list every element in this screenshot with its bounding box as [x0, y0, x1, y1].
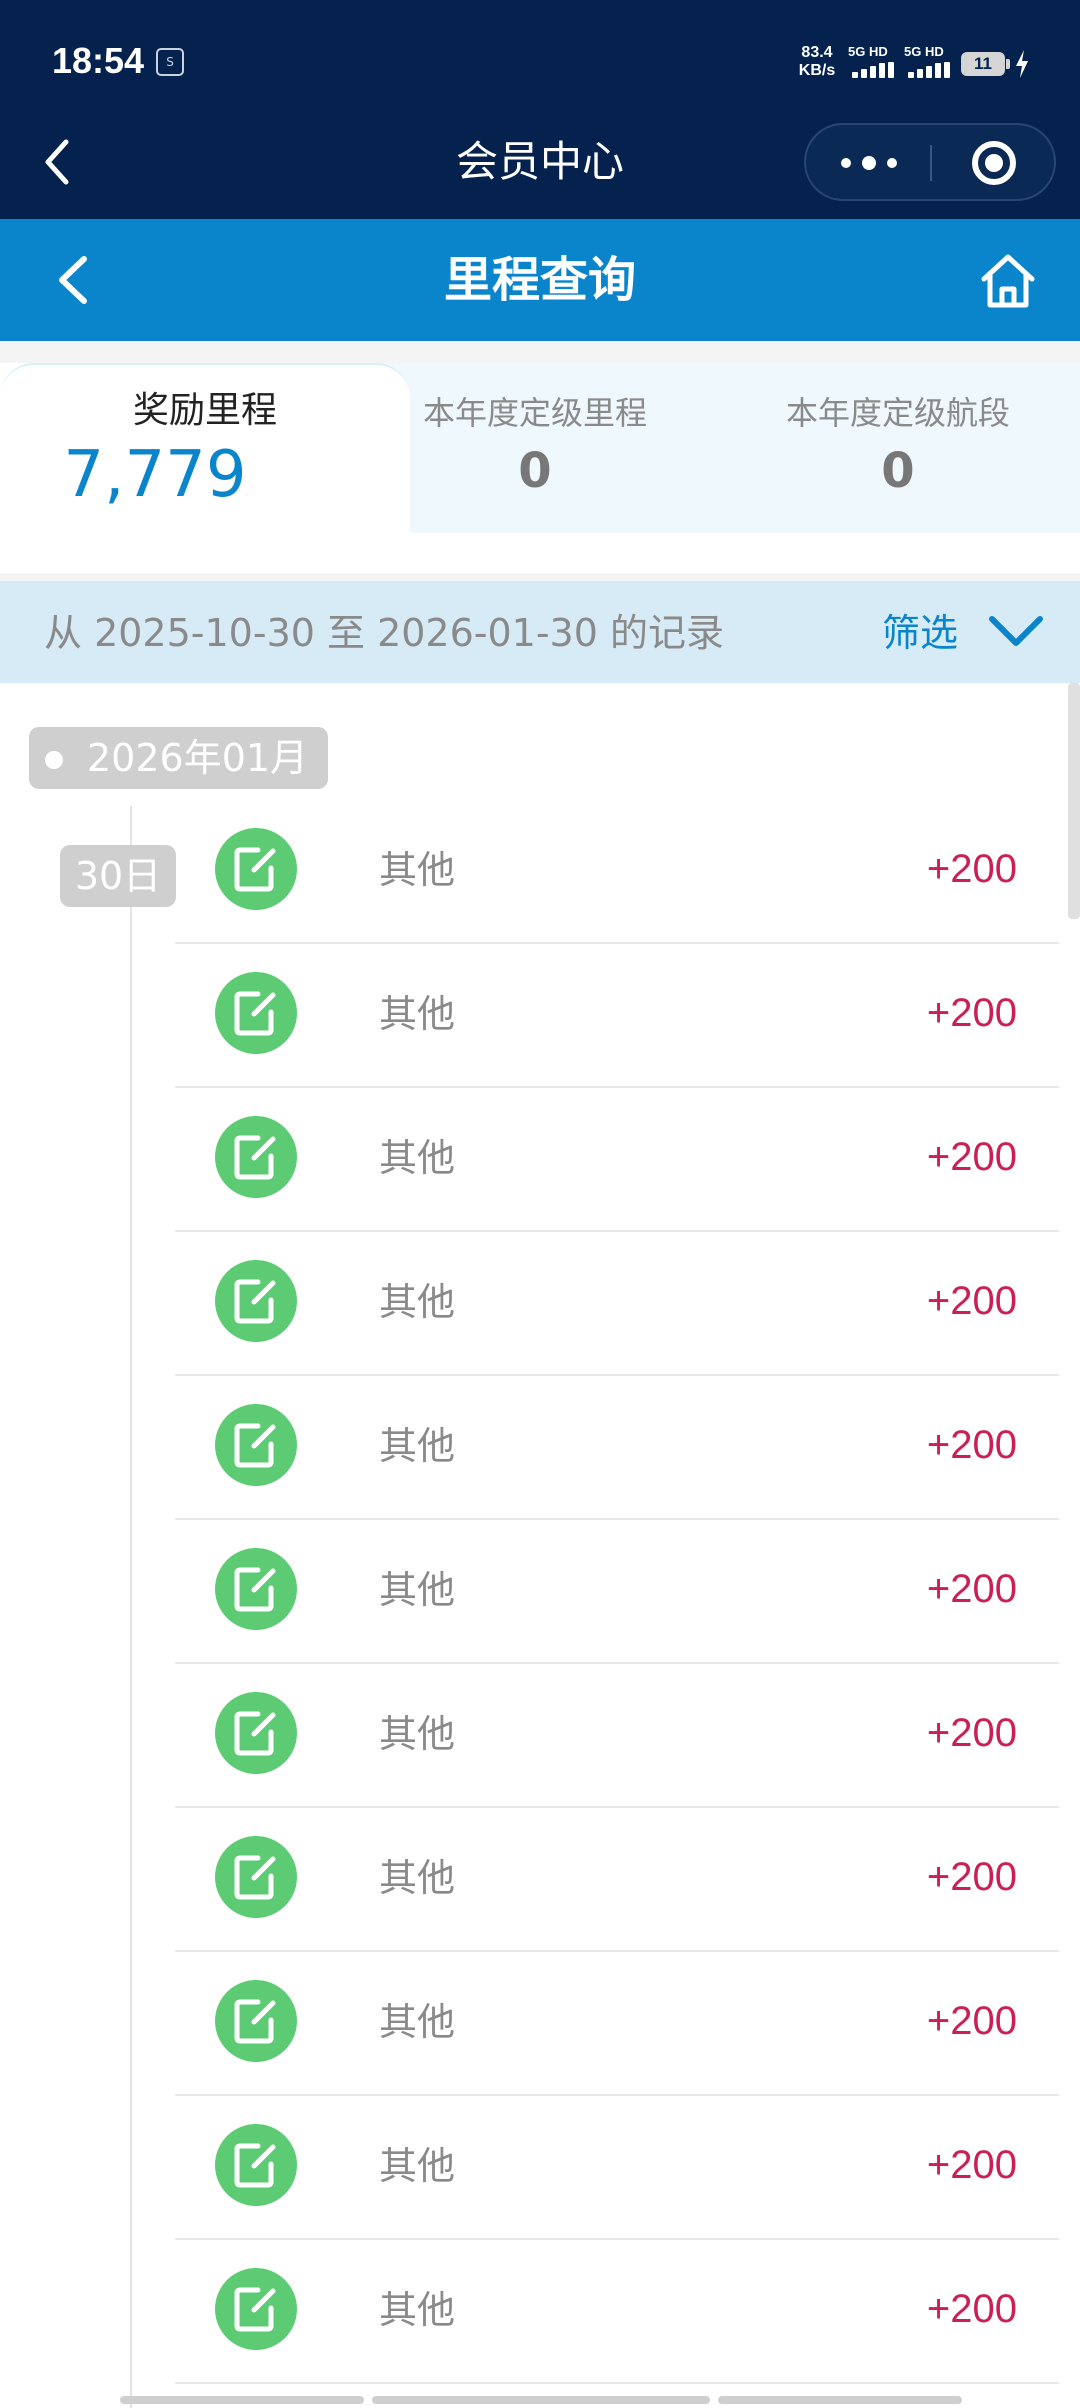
tab-annual-qualifying-segments[interactable]: 本年度定级航段 0: [740, 363, 1056, 533]
tab-annual-qualifying-miles[interactable]: 本年度定级里程 0: [380, 363, 690, 533]
day-label: 30日: [60, 845, 176, 907]
more-dots-icon[interactable]: [806, 125, 930, 199]
tab-label: 奖励里程: [132, 390, 277, 431]
edit-note-icon: [215, 1692, 297, 1774]
chevron-down-icon: [989, 616, 1043, 646]
notification-app-icon: S: [156, 48, 184, 76]
record-row[interactable]: 其他 +200: [175, 1376, 1059, 1520]
tab-label: 本年度定级航段: [785, 394, 1010, 432]
tab-value: 7,779: [63, 438, 247, 512]
record-amount: +200: [926, 1135, 1017, 1179]
mini-program-header: 会员中心: [0, 120, 1080, 219]
record-amount: +200: [926, 1279, 1017, 1323]
filter-button[interactable]: 筛选: [870, 601, 1050, 663]
tab-value: 0: [518, 443, 552, 499]
network-speed-unit: KB/s: [798, 62, 836, 79]
status-bar: 18:54 S 83.4 KB/s 5G HD 5G HD 11: [0, 0, 1080, 120]
signal-icon: [852, 62, 896, 78]
record-type: 其他: [379, 1280, 456, 1324]
page-nav-bar: 里程查询: [0, 219, 1080, 341]
record-type: 其他: [379, 1712, 456, 1756]
tab-value: 0: [881, 443, 915, 499]
record-type: 其他: [379, 2288, 456, 2332]
record-row[interactable]: 其他 +200: [175, 1088, 1059, 1232]
edit-note-icon: [215, 1404, 297, 1486]
record-amount: +200: [926, 1999, 1017, 2043]
battery-icon: 11: [961, 52, 1010, 76]
record-row[interactable]: 其他 +200: [175, 1664, 1059, 1808]
network-speed-value: 83.4: [801, 44, 833, 61]
page-title: 里程查询: [443, 252, 636, 308]
record-amount: +200: [926, 847, 1017, 891]
record-amount: +200: [926, 1567, 1017, 1611]
record-row[interactable]: 其他 +200: [175, 1520, 1059, 1664]
mileage-tabs: 奖励里程 7,779 本年度定级里程 0 本年度定级航段 0: [0, 341, 1080, 581]
network-speed: 83.4 KB/s: [793, 44, 841, 80]
edit-note-icon: [215, 1980, 297, 2062]
edit-note-icon: [215, 972, 297, 1054]
record-type: 其他: [379, 848, 456, 892]
record-amount: +200: [926, 1423, 1017, 1467]
edit-note-icon: [215, 2268, 297, 2350]
top-header-area: 18:54 S 83.4 KB/s 5G HD 5G HD 11 会员中心: [0, 0, 1080, 219]
edit-note-icon: [215, 2124, 297, 2206]
scrollbar[interactable]: [1068, 683, 1080, 919]
timeline-line: [130, 806, 132, 2408]
record-type: 其他: [379, 1568, 456, 1612]
bottom-scroll-indicator: [120, 2396, 962, 2404]
record-type: 其他: [379, 2144, 456, 2188]
sim2-signal: 5G HD: [904, 44, 956, 84]
edit-note-icon: [215, 828, 297, 910]
target-circle-icon[interactable]: [932, 125, 1056, 199]
record-row[interactable]: 其他 +200: [175, 2096, 1059, 2240]
record-row[interactable]: 其他 +200: [175, 1808, 1059, 1952]
record-row[interactable]: 其他 +200: [175, 2240, 1059, 2384]
record-row[interactable]: 其他 +200: [175, 1232, 1059, 1376]
record-amount: +200: [926, 1855, 1017, 1899]
record-amount: +200: [926, 2143, 1017, 2187]
mileage-records-list: 2026年01月 30日 其他 +200 其他 +200 其他 +200 其他 +200 其他 +…: [0, 683, 1080, 2408]
record-row[interactable]: 其他 +200: [175, 800, 1059, 944]
record-amount: +200: [926, 2287, 1017, 2331]
record-type: 其他: [379, 1424, 456, 1468]
mini-program-capsule: [804, 123, 1056, 201]
record-amount: +200: [926, 1711, 1017, 1755]
sim1-signal: 5G HD: [848, 44, 900, 84]
sim1-label: 5G HD: [848, 44, 888, 59]
filter-label: 筛选: [882, 611, 959, 655]
sim2-label: 5G HD: [904, 44, 944, 59]
edit-note-icon: [215, 1836, 297, 1918]
signal-icon: [908, 62, 952, 78]
record-type: 其他: [379, 992, 456, 1036]
record-row[interactable]: 其他 +200: [175, 944, 1059, 1088]
edit-note-icon: [215, 1548, 297, 1630]
home-icon[interactable]: [978, 249, 1038, 311]
battery-level: 11: [974, 54, 992, 73]
record-type: 其他: [379, 2000, 456, 2044]
tab-award-miles[interactable]: 奖励里程 7,779: [0, 363, 410, 533]
date-range-text: 从 2025-10-30 至 2026-01-30 的记录: [44, 611, 724, 655]
edit-note-icon: [215, 1116, 297, 1198]
status-time: 18:54: [52, 40, 145, 81]
record-type: 其他: [379, 1136, 456, 1180]
charging-icon: [1016, 50, 1028, 78]
record-type: 其他: [379, 1856, 456, 1900]
record-row[interactable]: 其他 +200: [175, 1952, 1059, 2096]
edit-note-icon: [215, 1260, 297, 1342]
record-amount: +200: [926, 991, 1017, 1035]
month-header: 2026年01月: [29, 727, 329, 789]
tab-label: 本年度定级里程: [422, 394, 647, 432]
date-filter-bar: 从 2025-10-30 至 2026-01-30 的记录 筛选: [0, 581, 1080, 683]
